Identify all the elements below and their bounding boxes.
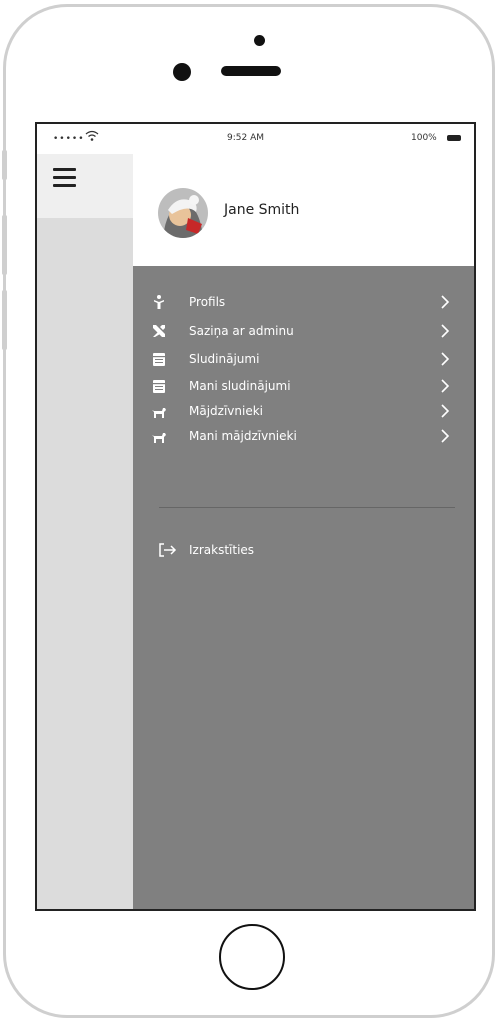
phone-volume-down-button xyxy=(2,290,7,350)
chevron-right-icon xyxy=(440,295,450,309)
menu-item-label: Saziņa ar adminu xyxy=(189,324,294,338)
calendar-icon xyxy=(151,378,167,394)
chevron-right-icon xyxy=(440,352,450,366)
phone-screen: ••••• 9:52 AM 100% Jane Smith Profils Sa… xyxy=(35,122,476,911)
wifi-icon xyxy=(85,130,99,145)
menu-item-pets[interactable]: Mājdzīvnieki xyxy=(133,400,474,424)
drawer-profile-header[interactable]: Jane Smith xyxy=(133,154,474,266)
battery-percentage: 100% xyxy=(411,133,437,143)
menu-item-my-pets[interactable]: Mani mājdzīvnieki xyxy=(133,425,474,449)
home-button[interactable] xyxy=(219,924,285,990)
menu-item-label: Mani sludinājumi xyxy=(189,379,291,393)
menu-item-my-listings[interactable]: Mani sludinājumi xyxy=(133,375,474,399)
phone-volume-up-button xyxy=(2,215,7,275)
hamburger-line xyxy=(53,168,76,171)
menu-item-label: Mājdzīvnieki xyxy=(189,404,263,418)
status-bar: ••••• 9:52 AM 100% xyxy=(37,124,474,154)
dog-icon xyxy=(151,403,167,419)
content-background xyxy=(37,154,133,909)
logout-button[interactable]: Izrakstīties xyxy=(133,539,474,563)
menu-item-contact-admin[interactable]: Saziņa ar adminu xyxy=(133,320,474,344)
chevron-right-icon xyxy=(440,404,450,418)
tools-icon xyxy=(151,323,167,339)
hamburger-line xyxy=(53,184,76,187)
menu-item-profile[interactable]: Profils xyxy=(133,291,474,315)
sensor-dot xyxy=(254,35,265,46)
menu-item-label: Mani mājdzīvnieki xyxy=(189,429,297,443)
logout-label: Izrakstīties xyxy=(189,543,255,557)
status-time: 9:52 AM xyxy=(227,133,264,143)
user-name: Jane Smith xyxy=(224,202,300,218)
earpiece-speaker xyxy=(221,66,281,76)
hamburger-line xyxy=(53,176,76,179)
menu-item-label: Profils xyxy=(189,295,226,309)
person-icon xyxy=(151,294,167,310)
menu-item-label: Sludinājumi xyxy=(189,352,260,366)
logout-icon xyxy=(159,543,177,557)
menu-divider xyxy=(159,507,455,508)
avatar[interactable] xyxy=(158,188,208,238)
menu-item-listings[interactable]: Sludinājumi xyxy=(133,348,474,372)
battery-icon xyxy=(447,135,461,141)
chevron-right-icon xyxy=(440,324,450,338)
chevron-right-icon xyxy=(440,379,450,393)
dog-icon xyxy=(151,428,167,444)
calendar-icon xyxy=(151,351,167,367)
signal-indicator: ••••• xyxy=(53,134,85,144)
hamburger-menu-button[interactable] xyxy=(37,154,133,218)
navigation-drawer: Profils Saziņa ar adminu Sludinājumi Man… xyxy=(133,266,474,909)
phone-side-button xyxy=(2,150,7,180)
front-camera xyxy=(173,63,191,81)
chevron-right-icon xyxy=(440,429,450,443)
